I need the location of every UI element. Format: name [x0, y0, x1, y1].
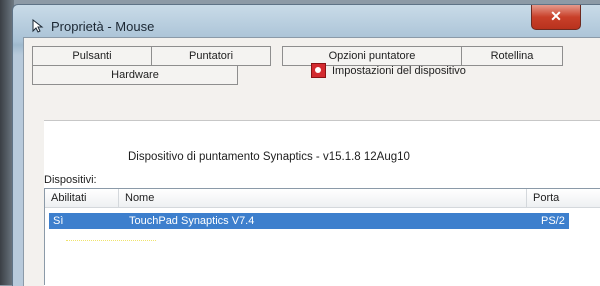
- column-header-name[interactable]: Nome: [119, 189, 527, 207]
- column-header-port[interactable]: Porta: [527, 189, 587, 207]
- window-title: Proprietà - Mouse: [51, 19, 155, 34]
- tab-buttons[interactable]: Pulsanti: [32, 46, 152, 66]
- listview-header: Abilitati Nome Porta: [45, 189, 600, 208]
- close-button[interactable]: ✕: [531, 5, 581, 30]
- driver-info-text: Dispositivo di puntamento Synaptics - v1…: [128, 151, 410, 163]
- device-settings-label: Impostazioni del dispositivo: [332, 64, 466, 77]
- row-name: TouchPad Synaptics V7.4: [129, 215, 255, 227]
- row-port: PS/2: [541, 215, 565, 227]
- devices-label: Dispositivi:: [44, 174, 97, 186]
- focus-dotted-line: [66, 240, 156, 241]
- table-row[interactable]: Sì TouchPad Synaptics V7.4 PS/2: [49, 213, 569, 229]
- tab-wheel[interactable]: Rotellina: [461, 46, 563, 66]
- devices-listview[interactable]: Abilitati Nome Porta Sì TouchPad Synapti…: [44, 188, 600, 285]
- row-enabled: Sì: [53, 215, 64, 227]
- tab-hardware[interactable]: Hardware: [32, 65, 238, 85]
- mouse-pointer-icon: [32, 19, 44, 33]
- synaptics-icon: [311, 63, 326, 78]
- tab-pointers[interactable]: Puntatori: [151, 46, 271, 66]
- column-header-enabled[interactable]: Abilitati: [45, 189, 119, 207]
- tab-device-settings[interactable]: Impostazioni del dispositivo: [311, 63, 466, 78]
